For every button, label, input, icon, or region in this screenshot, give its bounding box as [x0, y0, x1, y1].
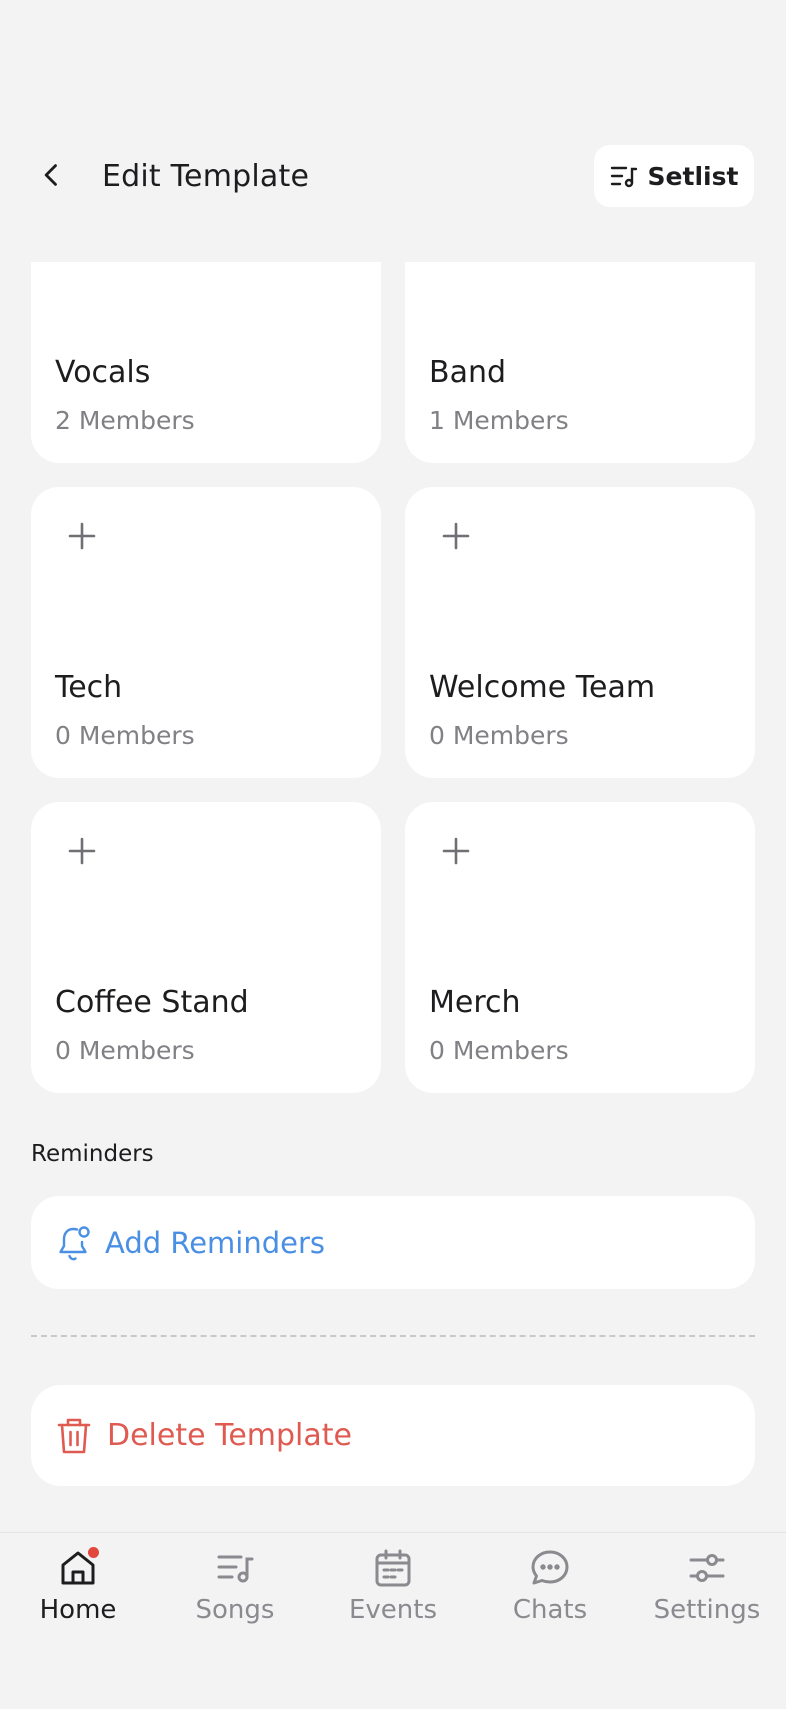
plus-icon[interactable]	[441, 836, 471, 866]
nav-item-songs[interactable]: Songs	[165, 1547, 305, 1647]
nav-item-home[interactable]: Home	[8, 1547, 148, 1647]
nav-item-events[interactable]: Events	[323, 1547, 463, 1647]
chevron-left-icon	[44, 164, 57, 186]
group-card-merch[interactable]: Merch 0 Members	[405, 802, 755, 1093]
bell-icon	[59, 1225, 90, 1260]
group-members: 0 Members	[55, 1036, 195, 1065]
nav-label: Chats	[512, 1595, 588, 1625]
home-icon	[57, 1547, 99, 1589]
group-name: Band	[429, 355, 507, 390]
nav-item-settings[interactable]: Settings	[637, 1547, 777, 1647]
reminders-section-label: Reminders	[31, 1141, 154, 1167]
sliders-icon	[686, 1547, 728, 1589]
add-reminders-label: Add Reminders	[105, 1225, 326, 1260]
bottom-nav: Home Songs Events Chats Settings	[0, 1532, 786, 1709]
group-card-band[interactable]: Band 1 Members	[405, 262, 755, 463]
delete-template-button[interactable]: Delete Template	[31, 1385, 755, 1486]
back-button[interactable]	[32, 155, 72, 195]
group-members: 0 Members	[429, 1036, 569, 1065]
plus-icon[interactable]	[67, 836, 97, 866]
group-members: 0 Members	[429, 721, 569, 750]
setlist-label: Setlist	[647, 161, 739, 191]
group-card-vocals[interactable]: Vocals 2 Members	[31, 262, 381, 463]
nav-label: Events	[348, 1595, 438, 1625]
setlist-icon	[610, 166, 637, 188]
chat-icon	[529, 1547, 571, 1589]
notification-dot	[88, 1547, 99, 1558]
edit-template-screen: Edit Template Setlist Vocals 2 Members B…	[0, 0, 786, 1709]
group-card-coffee-stand[interactable]: Coffee Stand 0 Members	[31, 802, 381, 1093]
group-members: 0 Members	[55, 721, 195, 750]
plus-icon[interactable]	[67, 521, 97, 551]
group-members: 1 Members	[429, 406, 569, 435]
group-members: 2 Members	[55, 406, 195, 435]
nav-label: Songs	[195, 1595, 275, 1625]
divider	[31, 1335, 755, 1337]
nav-label: Home	[39, 1595, 117, 1625]
group-name: Merch	[429, 985, 521, 1020]
calendar-icon	[372, 1547, 414, 1589]
plus-icon[interactable]	[441, 521, 471, 551]
page-title: Edit Template	[102, 159, 310, 194]
group-name: Welcome Team	[429, 670, 656, 705]
group-name: Vocals	[55, 355, 151, 390]
header: Edit Template Setlist	[0, 145, 786, 207]
group-name: Tech	[55, 670, 123, 705]
group-name: Coffee Stand	[55, 985, 249, 1020]
nav-item-chats[interactable]: Chats	[480, 1547, 620, 1647]
songs-icon	[214, 1547, 256, 1589]
nav-label: Settings	[653, 1595, 761, 1625]
group-card-tech[interactable]: Tech 0 Members	[31, 487, 381, 778]
trash-icon	[57, 1418, 91, 1453]
add-reminders-button[interactable]: Add Reminders	[31, 1196, 755, 1289]
setlist-button[interactable]: Setlist	[594, 145, 754, 207]
group-card-welcome-team[interactable]: Welcome Team 0 Members	[405, 487, 755, 778]
delete-template-label: Delete Template	[107, 1418, 352, 1453]
